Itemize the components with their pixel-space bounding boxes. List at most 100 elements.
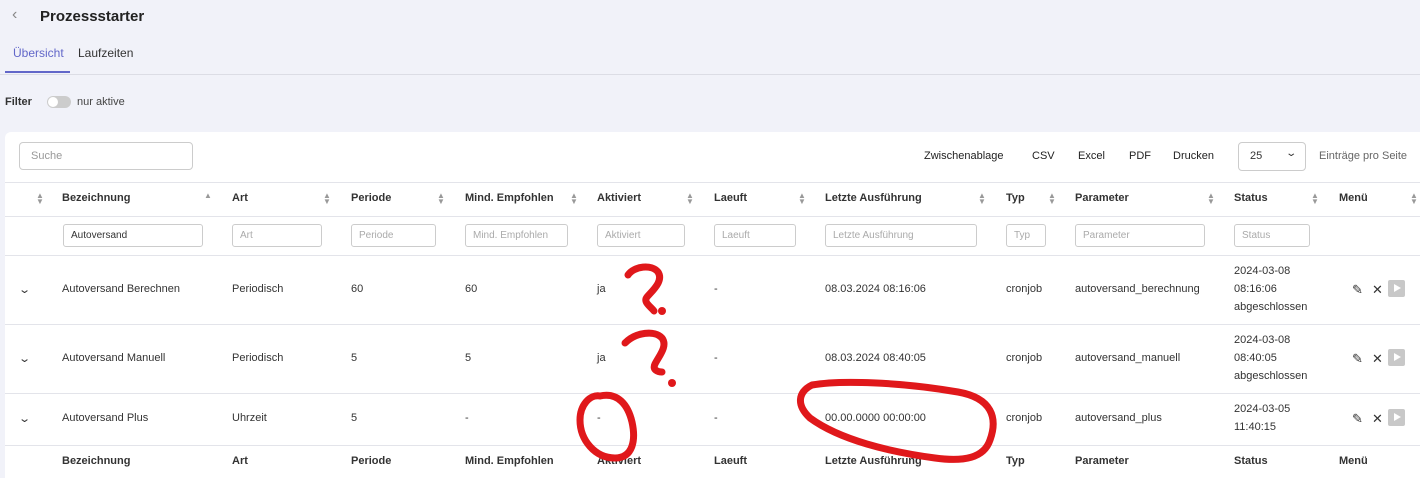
status-time: 11:40:15: [1234, 421, 1277, 433]
row-border: [5, 324, 1420, 325]
col-header-aktiviert[interactable]: Aktiviert: [597, 192, 641, 204]
filter-placeholder: Letzte Ausführung: [833, 230, 914, 241]
footer-col-mind-empfohlen: Mind. Empfohlen: [465, 455, 554, 467]
active-only-toggle[interactable]: [47, 96, 71, 108]
per-page-select[interactable]: 25 ⌄: [1238, 142, 1306, 171]
col-header-art[interactable]: Art: [232, 192, 248, 204]
cell-laeuft: -: [714, 412, 718, 424]
filter-art-input[interactable]: Art: [232, 224, 322, 247]
col-header-mind-empfohlen[interactable]: Mind. Empfohlen: [465, 192, 554, 204]
cell-mind: 60: [465, 283, 478, 295]
sort-icon[interactable]: ▲ ▼: [437, 192, 445, 206]
sort-icon[interactable]: ▲ ▼: [798, 192, 806, 206]
run-play-button[interactable]: [1388, 409, 1405, 426]
cell-typ: cronjob: [1006, 283, 1043, 295]
header-border: [5, 216, 1420, 217]
sort-icon[interactable]: ▲ ▼: [1311, 192, 1319, 206]
col-header-status[interactable]: Status: [1234, 192, 1268, 204]
filter-aktiviert-input[interactable]: Aktiviert: [597, 224, 685, 247]
footer-col-typ: Typ: [1006, 455, 1025, 467]
cell-parameter: autoversand_berechnung: [1075, 283, 1200, 295]
filter-typ-input[interactable]: Typ: [1006, 224, 1046, 247]
filter-periode-input[interactable]: Periode: [351, 224, 436, 247]
export-pdf-button[interactable]: PDF: [1129, 150, 1151, 162]
cell-letzte: 08.03.2024 08:16:06: [825, 283, 926, 295]
edit-pencil-icon[interactable]: ✎: [1352, 282, 1363, 298]
cell-mind: -: [465, 412, 469, 424]
status-text: abgeschlossen: [1234, 370, 1308, 382]
sort-icon[interactable]: ▲ ▼: [570, 192, 578, 206]
col-header-menu: Menü: [1339, 192, 1368, 204]
delete-x-icon[interactable]: ✕: [1372, 351, 1383, 367]
filter-status-input[interactable]: Status: [1234, 224, 1310, 247]
cell-aktiviert: ja: [597, 352, 606, 364]
cell-letzte: 08.03.2024 08:40:05: [825, 352, 926, 364]
cell-letzte: 00.00.0000 00:00:00: [825, 412, 926, 424]
tab-laufzeiten[interactable]: Laufzeiten: [78, 46, 133, 60]
filter-value: Autoversand: [71, 230, 128, 241]
run-play-button[interactable]: [1388, 349, 1405, 366]
col-header-typ[interactable]: Typ: [1006, 192, 1025, 204]
search-input[interactable]: Suche: [19, 142, 193, 170]
delete-x-icon[interactable]: ✕: [1372, 282, 1383, 298]
play-icon: [1394, 284, 1401, 292]
filter-label: Filter: [5, 96, 32, 108]
cell-art: Uhrzeit: [232, 412, 267, 424]
filter-placeholder: Typ: [1014, 230, 1031, 241]
sort-icon[interactable]: ▲ ▼: [323, 192, 331, 206]
edit-pencil-icon[interactable]: ✎: [1352, 411, 1363, 427]
sort-icon[interactable]: ▲ ▼: [1410, 192, 1418, 206]
sort-icon[interactable]: ▲ ▼: [1048, 192, 1056, 206]
filter-parameter-input[interactable]: Parameter: [1075, 224, 1205, 247]
status-text: abgeschlossen: [1234, 301, 1308, 313]
expand-row-icon[interactable]: ⌄: [18, 352, 31, 365]
col-header-periode[interactable]: Periode: [351, 192, 391, 204]
col-header-parameter[interactable]: Parameter: [1075, 192, 1129, 204]
filter-placeholder: Periode: [359, 230, 394, 241]
print-button[interactable]: Drucken: [1173, 150, 1214, 162]
tab-uebersicht[interactable]: Übersicht: [13, 46, 64, 60]
cell-bezeichnung: Autoversand Plus: [62, 412, 149, 424]
footer-col-parameter: Parameter: [1075, 455, 1129, 467]
footer-col-periode: Periode: [351, 455, 392, 467]
expand-row-icon[interactable]: ⌄: [18, 283, 31, 296]
cell-bezeichnung: Autoversand Manuell: [62, 352, 166, 364]
active-tab-indicator: [5, 71, 70, 73]
status-time: 08:40:05: [1234, 352, 1277, 364]
sort-icon[interactable]: ▲ ▼: [686, 192, 694, 206]
export-clipboard-button[interactable]: Zwischenablage: [924, 150, 1004, 162]
export-csv-button[interactable]: CSV: [1032, 150, 1055, 162]
filter-laeuft-input[interactable]: Laeuft: [714, 224, 796, 247]
delete-x-icon[interactable]: ✕: [1372, 411, 1383, 427]
page-header: ‹ Prozessstarter Übersicht Laufzeiten: [0, 0, 1420, 75]
filter-bezeichnung-input[interactable]: Autoversand: [63, 224, 203, 247]
per-page-label: Einträge pro Seite: [1319, 150, 1408, 162]
play-icon: [1394, 353, 1401, 361]
edit-pencil-icon[interactable]: ✎: [1352, 351, 1363, 367]
sort-icon[interactable]: ▲ ▼: [1207, 192, 1215, 206]
search-placeholder: Suche: [31, 150, 63, 162]
col-header-bezeichnung[interactable]: Bezeichnung: [62, 192, 130, 204]
footer-col-bezeichnung: Bezeichnung: [62, 455, 131, 467]
back-chevron-icon[interactable]: ‹: [12, 6, 17, 24]
filter-mind-input[interactable]: Mind. Empfohlen: [465, 224, 568, 247]
filter-placeholder: Laeuft: [722, 230, 750, 241]
sort-icon[interactable]: ▲ ▼: [36, 192, 44, 206]
filter-letzte-input[interactable]: Letzte Ausführung: [825, 224, 977, 247]
col-header-letzte-ausfuehrung[interactable]: Letzte Ausführung: [825, 192, 922, 204]
run-play-button[interactable]: [1388, 280, 1405, 297]
chevron-down-icon: ⌄: [1284, 148, 1297, 159]
filter-row-border: [5, 255, 1420, 256]
cell-status: 2024-03-08 08:16:06 abgeschlossen: [1234, 262, 1307, 316]
status-date: 2024-03-08: [1234, 334, 1291, 346]
footer-col-laeuft: Laeuft: [714, 455, 747, 467]
cell-laeuft: -: [714, 352, 718, 364]
expand-row-icon[interactable]: ⌄: [18, 412, 31, 425]
sort-asc-icon[interactable]: ▲: [204, 192, 212, 200]
footer-col-aktiviert: Aktiviert: [597, 455, 642, 467]
col-header-laeuft[interactable]: Laeuft: [714, 192, 747, 204]
cell-aktiviert: -: [597, 412, 601, 424]
export-excel-button[interactable]: Excel: [1078, 150, 1105, 162]
table-top-border: [5, 182, 1420, 183]
sort-icon[interactable]: ▲ ▼: [978, 192, 986, 206]
